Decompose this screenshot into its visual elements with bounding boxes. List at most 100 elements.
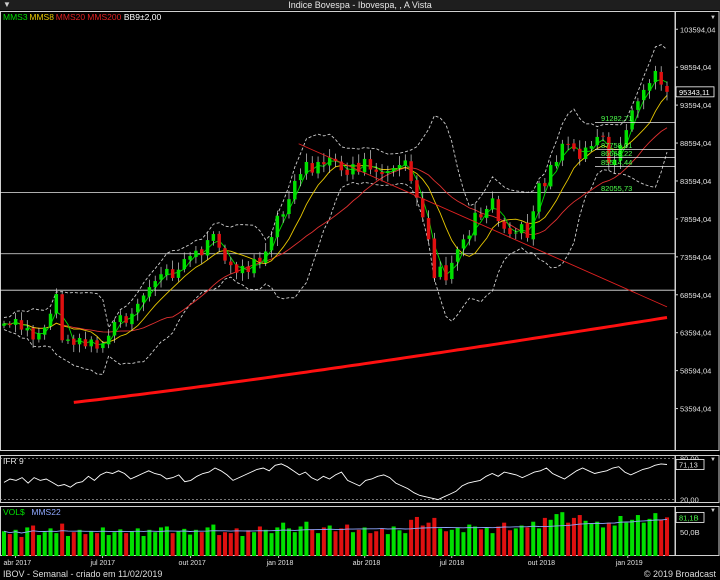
volume-bar bbox=[31, 525, 36, 556]
candle-body bbox=[8, 323, 12, 326]
panel-frame bbox=[0, 11, 676, 451]
volume-bar bbox=[560, 512, 565, 556]
volume-bar bbox=[240, 536, 245, 556]
candle-body bbox=[153, 281, 157, 288]
last-price-label: 95343,11 bbox=[679, 88, 710, 97]
candle-body bbox=[548, 165, 553, 187]
volume-bar bbox=[263, 529, 268, 556]
candle-body bbox=[234, 264, 239, 273]
candle-body bbox=[403, 160, 408, 166]
candle bbox=[665, 81, 669, 101]
volume-bar bbox=[414, 516, 419, 556]
volume-bar bbox=[601, 527, 606, 556]
candle-body bbox=[304, 161, 309, 174]
candle-body bbox=[258, 257, 262, 263]
candle bbox=[455, 246, 460, 271]
volume-last-label: 81,1B bbox=[679, 513, 699, 522]
candle-body bbox=[322, 162, 326, 165]
volume-bar bbox=[403, 533, 408, 556]
volume-bar bbox=[455, 527, 460, 556]
candle-body bbox=[479, 214, 483, 218]
candle-body bbox=[455, 249, 460, 262]
volume-bar bbox=[48, 528, 53, 556]
volume-bar bbox=[397, 530, 402, 556]
collapse-arrow-icon: ▼ bbox=[710, 457, 716, 463]
fibonacci-label: 91282,71 bbox=[601, 114, 632, 123]
chart-canvas: 91282,7187758,0186668,2285514,4482055,73… bbox=[0, 11, 720, 567]
volume-bar bbox=[484, 527, 489, 556]
ifr-line bbox=[3, 463, 668, 501]
candle bbox=[153, 275, 157, 297]
volume-bar bbox=[380, 528, 385, 556]
candle bbox=[415, 175, 419, 206]
volume-bar bbox=[36, 535, 41, 556]
candle-body bbox=[351, 164, 355, 175]
candle bbox=[165, 264, 169, 281]
volume-bar bbox=[420, 525, 425, 556]
y-tick-label: 98594,04 bbox=[680, 63, 711, 72]
candle-body bbox=[391, 168, 396, 172]
candle bbox=[578, 140, 582, 166]
candle-body bbox=[572, 143, 576, 150]
volume-bar bbox=[432, 517, 437, 556]
candle bbox=[275, 210, 280, 246]
candle bbox=[357, 154, 361, 175]
volume-bar bbox=[246, 530, 251, 556]
volume-bar bbox=[664, 517, 670, 556]
volume-bar bbox=[71, 532, 76, 556]
candle bbox=[130, 308, 134, 331]
volume-bar bbox=[211, 524, 216, 556]
volume-bar bbox=[95, 533, 100, 556]
candle bbox=[2, 320, 6, 329]
candle-body bbox=[345, 169, 349, 175]
candle bbox=[316, 156, 320, 179]
volume-bar bbox=[356, 529, 361, 556]
candle bbox=[519, 221, 524, 240]
candle-body bbox=[223, 248, 227, 261]
volume-bar bbox=[630, 519, 635, 556]
volume-bar bbox=[118, 529, 123, 556]
candle bbox=[147, 279, 152, 302]
candle bbox=[287, 190, 291, 219]
candle-body bbox=[48, 313, 53, 327]
volume-legend-item: VOL$ bbox=[3, 507, 25, 517]
volume-bar bbox=[438, 528, 443, 556]
candle-body bbox=[176, 269, 181, 278]
volume-bar bbox=[170, 533, 175, 556]
candle-body bbox=[595, 136, 599, 146]
candle bbox=[560, 139, 565, 167]
candle-body bbox=[188, 256, 192, 260]
volume-bar bbox=[449, 529, 454, 556]
candle-body bbox=[368, 159, 373, 170]
volume-bar bbox=[659, 519, 664, 556]
volume-bar bbox=[124, 533, 129, 556]
x-tick-label: abr 2018 bbox=[353, 560, 381, 567]
candle bbox=[432, 232, 437, 282]
volume-bar bbox=[385, 534, 390, 556]
candle-body bbox=[327, 157, 332, 166]
candle-body bbox=[432, 238, 437, 279]
candle-body bbox=[130, 313, 134, 325]
volume-bar bbox=[647, 518, 652, 556]
volume-bar bbox=[391, 526, 396, 556]
candle-body bbox=[554, 161, 559, 167]
volume-bar bbox=[350, 532, 355, 556]
volume-bar bbox=[374, 531, 379, 556]
candle-body bbox=[461, 239, 466, 249]
candle-body bbox=[578, 148, 582, 159]
volume-bar bbox=[83, 534, 88, 556]
candle-body bbox=[165, 268, 169, 276]
candle bbox=[19, 312, 24, 336]
candle-body bbox=[298, 174, 303, 181]
candle-body bbox=[281, 214, 285, 217]
candle bbox=[37, 327, 41, 343]
axis-frame bbox=[675, 11, 720, 451]
volume-bar bbox=[1, 531, 7, 556]
legend-item: MMS3 bbox=[3, 12, 28, 22]
candle-body bbox=[566, 143, 570, 145]
candle-body bbox=[653, 70, 658, 83]
candle bbox=[217, 231, 221, 253]
volume-bar bbox=[321, 527, 326, 556]
candle bbox=[554, 155, 559, 169]
candle-body bbox=[490, 198, 495, 210]
